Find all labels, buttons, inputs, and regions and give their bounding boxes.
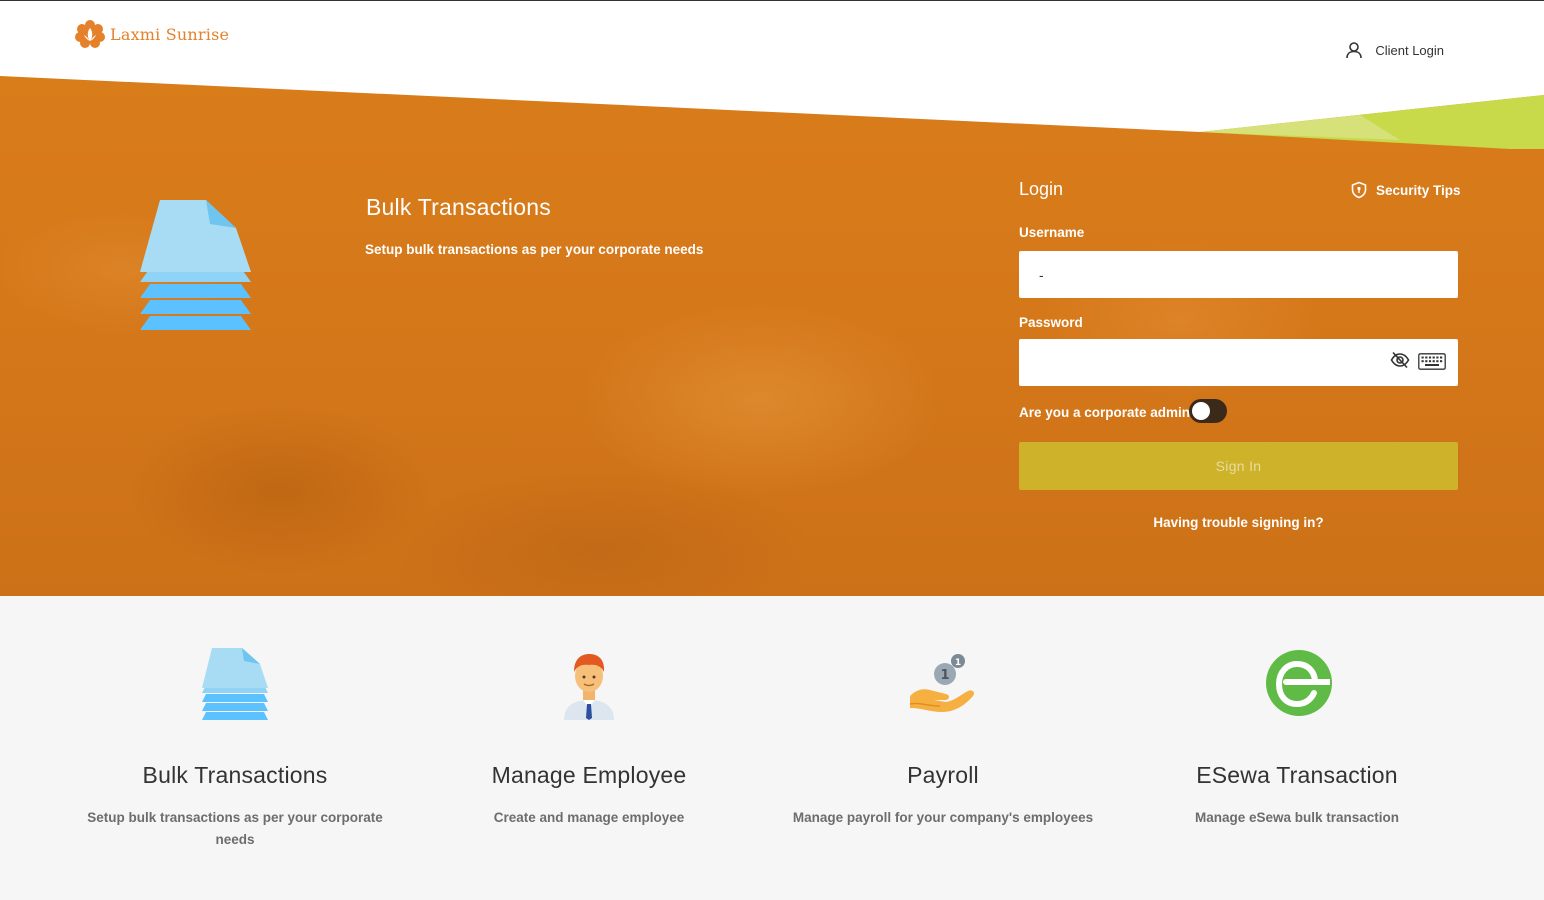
toggle-knob — [1192, 402, 1210, 420]
client-login-link[interactable]: Client Login — [1345, 41, 1444, 59]
feature-title: ESewa Transaction — [1196, 762, 1398, 788]
lotus-logo-icon — [75, 20, 105, 48]
brand-name: Laxmi Sunrise — [110, 24, 230, 44]
bulk-document-icon — [202, 648, 268, 720]
corporate-admin-toggle[interactable] — [1189, 399, 1227, 423]
brand-logo[interactable]: Laxmi Sunrise — [74, 18, 229, 50]
login-title: Login — [1019, 179, 1064, 199]
username-label: Username — [1019, 225, 1085, 240]
hide-password-icon[interactable] — [1390, 350, 1410, 370]
username-input[interactable] — [1019, 251, 1458, 298]
bulk-document-icon — [140, 200, 251, 330]
esewa-logo-icon — [1266, 650, 1332, 716]
svg-text:1: 1 — [940, 668, 949, 683]
user-icon — [1346, 42, 1363, 59]
feature-description: Create and manage employee — [493, 810, 685, 825]
client-login-label: Client Login — [1375, 42, 1444, 58]
corporate-admin-label: Are you a corporate admin? — [1019, 405, 1199, 420]
password-label: Password — [1019, 315, 1083, 330]
feature-description: Manage eSewa bulk transaction — [1194, 810, 1400, 825]
hero-subtitle: Setup bulk transactions as per your corp… — [365, 242, 704, 257]
trouble-signing-in-link[interactable]: Having trouble signing in? — [1019, 515, 1458, 530]
feature-description: Setup bulk transactions as per your corp… — [87, 810, 383, 847]
payroll-hand-coin-icon: 1 1 — [909, 654, 975, 712]
feature-title: Bulk Transactions — [142, 762, 328, 788]
feature-description: Manage payroll for your company's employ… — [792, 810, 1094, 825]
hero-top-wave — [0, 70, 1544, 149]
svg-text:1: 1 — [955, 658, 961, 668]
hero-banner: Bulk Transactions Setup bulk transaction… — [0, 70, 1544, 596]
feature-title: Payroll — [907, 762, 979, 788]
shield-icon — [1351, 181, 1367, 199]
sign-in-button[interactable]: Sign In — [1019, 442, 1458, 490]
employee-icon — [564, 654, 614, 720]
hero-title: Bulk Transactions — [366, 194, 551, 220]
security-tips-link[interactable]: Security Tips — [1350, 181, 1461, 199]
features-section: Bulk Transactions Setup bulk transaction… — [0, 596, 1544, 900]
virtual-keyboard-icon[interactable] — [1418, 353, 1446, 370]
security-tips-label: Security Tips — [1376, 182, 1461, 198]
feature-title: Manage Employee — [491, 762, 687, 788]
